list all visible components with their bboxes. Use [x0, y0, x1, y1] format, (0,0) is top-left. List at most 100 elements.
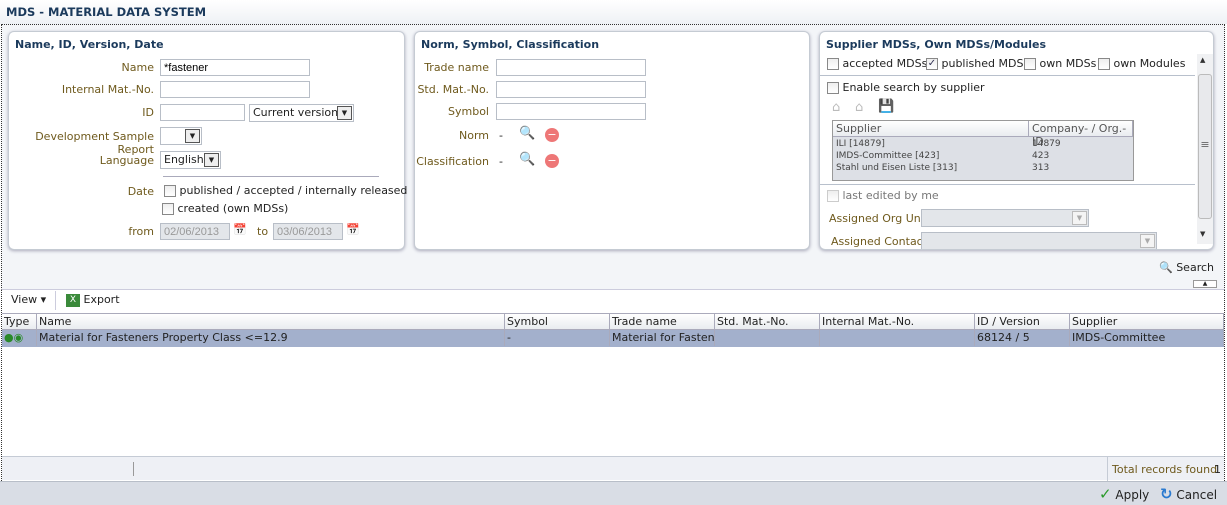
search-button[interactable]: 🔍 Search [1159, 261, 1214, 274]
remove-icon[interactable]: − [545, 154, 559, 168]
col-name[interactable]: Name [37, 314, 505, 330]
chevron-down-icon: ▼ [1140, 234, 1155, 248]
panel-name-id: Name, ID, Version, Date Name Internal Ma… [8, 31, 407, 250]
internal-mat-input[interactable] [160, 81, 310, 98]
last-edited-option[interactable]: last edited by me [827, 189, 939, 202]
supplier-id: 313 [1032, 163, 1050, 173]
remove-icon[interactable]: − [545, 128, 559, 142]
chevron-down-icon: ▼ [204, 153, 219, 167]
name-input[interactable] [160, 59, 310, 76]
save-icon[interactable]: 💾 [878, 99, 894, 114]
apply-button[interactable]: ✓ Apply [1099, 485, 1149, 503]
panel-title: Supplier MDSs, Own MDSs/Modules [826, 38, 1047, 51]
name-label: Name [121, 61, 154, 74]
last-edited-checkbox[interactable] [827, 190, 839, 202]
col-trade-name[interactable]: Trade name [610, 314, 715, 330]
export-button[interactable]: X Export [66, 293, 120, 307]
col-supplier[interactable]: Supplier [1070, 314, 1224, 330]
calendar-icon[interactable]: 📅 [233, 223, 247, 236]
scroll-thumb[interactable]: ≡ [1198, 74, 1212, 219]
language-select[interactable]: English ▼ [160, 151, 221, 169]
norm-label: Norm [458, 129, 489, 142]
accepted-option[interactable]: accepted MDSs [827, 57, 927, 70]
supplier-row[interactable]: ILI [14879] 14879 [833, 138, 1133, 150]
supplier-row[interactable]: Stahl und Eisen Liste [313] 313 [833, 162, 1133, 174]
supplier-row[interactable]: IMDS-Committee [423] 423 [833, 150, 1133, 162]
own-modules-option[interactable]: own Modules [1098, 57, 1185, 70]
scroll-up-icon[interactable]: ▲ [1200, 56, 1205, 64]
published-option[interactable]: published / accepted / internally releas… [164, 184, 407, 197]
id-input[interactable] [160, 104, 245, 121]
published-checkbox[interactable]: ✓ [926, 58, 938, 70]
own-mdss-checkbox[interactable] [1024, 58, 1036, 70]
col-symbol[interactable]: Symbol [505, 314, 610, 330]
divider [55, 291, 56, 310]
versions-select[interactable]: Current versions ▼ [249, 104, 354, 122]
published-option[interactable]: ✓ published MDSs [926, 57, 1029, 70]
check-icon: ✓ [1099, 485, 1112, 503]
enable-supplier-option[interactable]: Enable search by supplier [827, 81, 985, 94]
cell-supplier: IMDS-Committee [1070, 330, 1224, 346]
trade-name-input[interactable] [496, 59, 646, 76]
divider [820, 75, 1195, 76]
to-label: to [257, 225, 269, 238]
footer: ✓ Apply ↻ Cancel [0, 481, 1227, 505]
supplier-name: IMDS-Committee [423] [836, 151, 940, 161]
std-mat-input[interactable] [496, 81, 646, 98]
material-type-icon: ●◉ [2, 330, 37, 346]
id-label: ID [142, 106, 154, 119]
col-type[interactable]: Type [2, 314, 37, 330]
cell-internal-mat [820, 330, 975, 346]
own-modules-checkbox[interactable] [1098, 58, 1110, 70]
org-id-header: Company- / Org.-ID [1029, 121, 1133, 148]
collapse-icon[interactable]: ▲ [1193, 280, 1217, 288]
date-label: Date [127, 185, 154, 198]
org-unit-label: Assigned Org Unit [829, 212, 929, 225]
undo-icon: ↻ [1160, 485, 1173, 503]
created-checkbox[interactable] [162, 203, 174, 215]
versions-value: Current versions [253, 106, 344, 119]
contact-label: Assigned Contact [831, 235, 928, 248]
internal-mat-label: Internal Mat.-No. [61, 83, 154, 96]
search-icon: 🔍 [1159, 261, 1173, 274]
supplier-table: Supplier Company- / Org.-ID ILI [14879] 1… [832, 120, 1134, 181]
remove-supplier-icon[interactable]: ⌂ [855, 100, 863, 115]
chevron-down-icon: ▼ [337, 106, 352, 120]
published-checkbox[interactable] [164, 185, 176, 197]
org-unit-select[interactable]: ▼ [921, 209, 1089, 227]
scrollbar[interactable]: ▲ ≡ ▼ [1197, 54, 1213, 244]
export-text: Export [83, 293, 120, 306]
accepted-checkbox[interactable] [827, 58, 839, 70]
table-row[interactable]: ●◉ Material for Fasteners Property Class… [2, 330, 1224, 347]
search-icon[interactable]: 🔍 [519, 126, 535, 141]
status-bar: Total records found 1 [2, 456, 1224, 481]
own-mdss-option[interactable]: own MDSs [1024, 57, 1096, 70]
enable-supplier-checkbox[interactable] [827, 82, 839, 94]
scroll-down-icon[interactable]: ▼ [1200, 230, 1205, 238]
trade-name-label: Trade name [424, 61, 489, 74]
dsr-select[interactable]: ▼ [160, 127, 202, 145]
symbol-input[interactable] [496, 103, 646, 120]
view-text: View [11, 293, 38, 306]
col-id-version[interactable]: ID / Version [975, 314, 1070, 330]
created-option[interactable]: created (own MDSs) [162, 202, 288, 215]
contact-select[interactable]: ▼ [921, 232, 1157, 249]
supplier-id: 14879 [1032, 139, 1061, 149]
calendar-icon[interactable]: 📅 [346, 223, 360, 236]
cell-trade-name: Material for Fasten... [612, 330, 715, 346]
language-value: English [164, 153, 204, 166]
excel-icon: X [66, 293, 80, 307]
enable-supplier-text: Enable search by supplier [842, 81, 985, 94]
view-menu[interactable]: View ▾ [11, 293, 46, 306]
from-date-input[interactable] [160, 223, 230, 240]
to-date-input[interactable] [273, 223, 343, 240]
published-text: published / accepted / internally releas… [179, 184, 408, 197]
add-supplier-icon[interactable]: ⌂ [832, 100, 840, 115]
cancel-button[interactable]: ↻ Cancel [1160, 485, 1217, 503]
search-icon[interactable]: 🔍 [519, 152, 535, 167]
col-std-mat[interactable]: Std. Mat.-No. [715, 314, 820, 330]
supplier-name: Stahl und Eisen Liste [313] [836, 163, 958, 173]
last-edited-text: last edited by me [842, 189, 939, 202]
col-internal-mat[interactable]: Internal Mat.-No. [820, 314, 975, 330]
supplier-name: ILI [14879] [836, 139, 885, 149]
